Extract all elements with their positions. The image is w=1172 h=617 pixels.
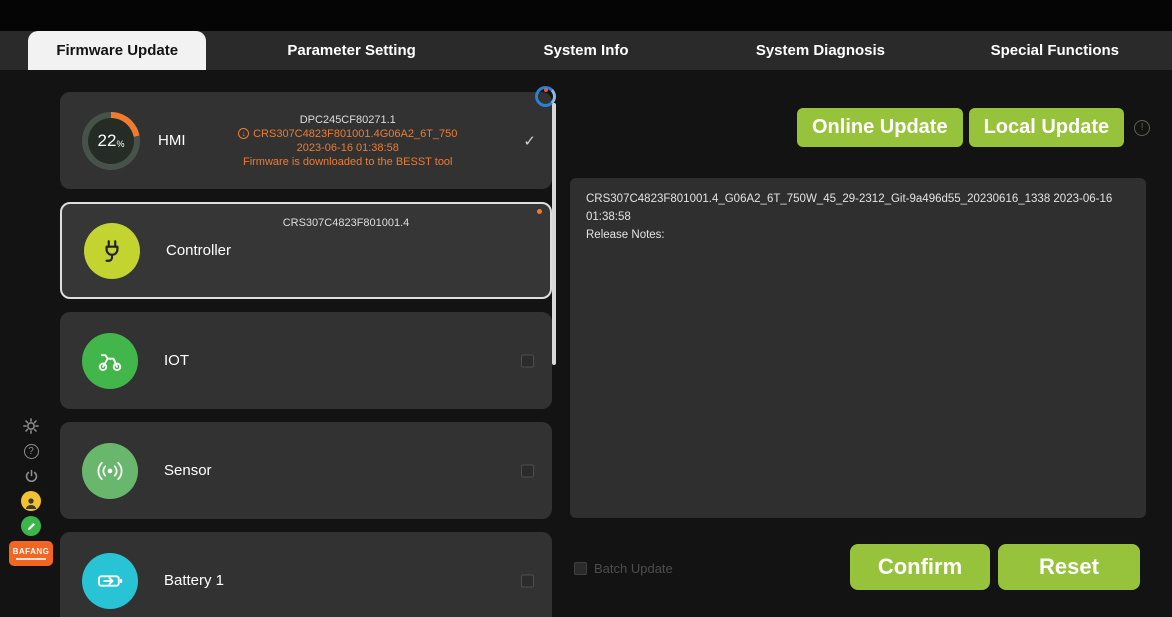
- title-bar: [0, 0, 1172, 31]
- hmi-version: DPC245CF80271.1: [300, 114, 396, 126]
- user-avatar: [21, 491, 41, 511]
- pencil-glyph: [21, 516, 41, 536]
- logo-text: BAFANG: [13, 547, 50, 556]
- device-checkbox[interactable]: [521, 354, 534, 367]
- progress-number: 22: [98, 131, 117, 151]
- hmi-progress-value: 22 %: [88, 118, 134, 164]
- plug-icon: [84, 223, 140, 279]
- settings-gear-icon[interactable]: [21, 416, 41, 436]
- scooter-icon: [82, 333, 138, 389]
- device-list: 22 % HMI DPC245CF80271.1 ↓ CRS307C4823F8…: [60, 92, 552, 617]
- update-source-buttons: Online Update Local Update !: [797, 108, 1150, 147]
- power-icon[interactable]: [21, 466, 41, 486]
- device-card-hmi[interactable]: 22 % HMI DPC245CF80271.1 ↓ CRS307C4823F8…: [60, 92, 552, 189]
- local-update-button[interactable]: Local Update: [969, 108, 1125, 147]
- batch-update-label: Batch Update: [594, 561, 673, 576]
- device-name: Sensor: [164, 462, 212, 479]
- spinner-dot: [544, 88, 548, 92]
- help-icon[interactable]: ?: [21, 441, 41, 461]
- tab-system-info[interactable]: System Info: [469, 31, 703, 70]
- tab-firmware-update[interactable]: Firmware Update: [0, 31, 234, 70]
- tab-system-diagnosis[interactable]: System Diagnosis: [703, 31, 937, 70]
- device-name: IOT: [164, 352, 189, 369]
- tab-label: System Diagnosis: [728, 31, 913, 70]
- logo-tagline: [16, 558, 46, 560]
- online-update-button[interactable]: Online Update: [797, 108, 963, 147]
- app-window: Firmware Update Parameter Setting System…: [0, 0, 1172, 617]
- info-icon[interactable]: !: [1134, 120, 1150, 136]
- device-card-battery-1[interactable]: Battery 1: [60, 532, 552, 617]
- device-card-sensor[interactable]: Sensor: [60, 422, 552, 519]
- hmi-progress-ring: 22 %: [82, 112, 140, 170]
- hmi-firmware-file: ↓ CRS307C4823F801001.4G06A2_6T_750: [238, 128, 457, 140]
- tab-label: System Info: [516, 31, 657, 70]
- batch-update-checkbox[interactable]: [574, 562, 587, 575]
- release-info-text: CRS307C4823F801001.4_G06A2_6T_750W_45_29…: [586, 191, 1130, 227]
- device-card-controller[interactable]: CRS307C4823F801001.4 Controller: [60, 202, 552, 299]
- device-name: HMI: [158, 132, 186, 149]
- check-icon[interactable]: ✓: [523, 132, 536, 150]
- device-name: Battery 1: [164, 572, 224, 589]
- device-checkbox[interactable]: [521, 574, 534, 587]
- edit-icon[interactable]: [21, 516, 41, 536]
- controller-version: CRS307C4823F801001.4: [182, 217, 510, 229]
- confirm-button[interactable]: Confirm: [850, 544, 990, 590]
- notification-dot: [537, 209, 542, 214]
- tab-bar: Firmware Update Parameter Setting System…: [0, 31, 1172, 70]
- download-icon: ↓: [238, 128, 249, 139]
- hmi-status-message: Firmware is downloaded to the BESST tool: [243, 156, 453, 168]
- tab-special-functions[interactable]: Special Functions: [938, 31, 1172, 70]
- tab-parameter-setting[interactable]: Parameter Setting: [234, 31, 468, 70]
- release-notes-label: Release Notes:: [586, 227, 1130, 245]
- sensor-signal-icon: [82, 443, 138, 499]
- help-glyph: ?: [24, 444, 39, 459]
- release-notes-panel: CRS307C4823F801001.4_G06A2_6T_750W_45_29…: [570, 178, 1146, 518]
- progress-unit: %: [116, 139, 124, 149]
- user-icon[interactable]: [21, 491, 41, 511]
- tab-label: Special Functions: [963, 31, 1147, 70]
- battery-icon: [82, 553, 138, 609]
- sidebar: ? BAFANG: [8, 416, 54, 566]
- device-card-iot[interactable]: IOT: [60, 312, 552, 409]
- hmi-timestamp: 2023-06-16 01:38:58: [297, 142, 399, 154]
- reset-button[interactable]: Reset: [998, 544, 1140, 590]
- device-name: Controller: [166, 242, 231, 259]
- hmi-firmware-info: DPC245CF80271.1 ↓ CRS307C4823F801001.4G0…: [192, 114, 505, 168]
- bafang-logo[interactable]: BAFANG: [9, 541, 53, 566]
- tab-label: Firmware Update: [28, 31, 206, 70]
- firmware-file-name: CRS307C4823F801001.4G06A2_6T_750: [253, 128, 457, 140]
- tab-label: Parameter Setting: [259, 31, 443, 70]
- scrollbar-thumb[interactable]: [552, 103, 556, 365]
- device-checkbox[interactable]: [521, 464, 534, 477]
- batch-update-control: Batch Update: [574, 561, 673, 576]
